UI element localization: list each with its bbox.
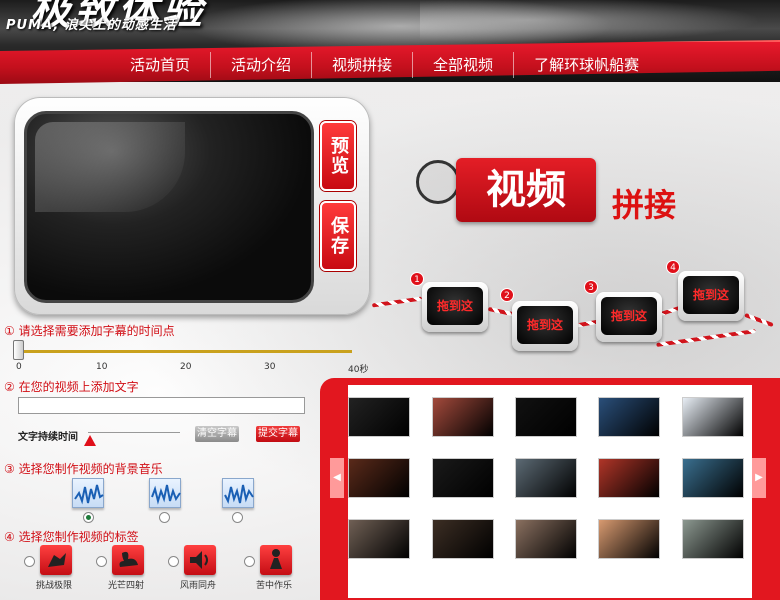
section-subheading: 拼接 [612, 186, 677, 224]
tag-label: 苦中作乐 [256, 581, 293, 591]
music-radio-2[interactable] [159, 512, 170, 523]
drop-slot-label: 拖到这 [601, 297, 657, 335]
slot-number-badge: 1 [410, 272, 424, 286]
video-thumbnail[interactable] [515, 458, 577, 498]
submit-caption-button[interactable]: 提交字幕 [256, 426, 300, 442]
nav-item-all-videos[interactable]: 全部视频 [412, 52, 513, 78]
header-wave-graphic-2 [420, 0, 780, 45]
step3-label: ③ 选择您制作视频的背景音乐 [4, 462, 163, 476]
waveform-icon[interactable] [149, 478, 181, 508]
duration-slider-marker[interactable] [84, 435, 96, 446]
section-heading: 视频 [456, 158, 596, 222]
tick-label: 0 [16, 362, 22, 372]
preview-button[interactable]: 预览 [320, 121, 356, 191]
video-thumbnail[interactable] [432, 519, 494, 559]
waveform-icon[interactable] [222, 478, 254, 508]
drop-slot-label: 拖到这 [517, 306, 573, 344]
step2-label: ② 在您的视频上添加文字 [4, 380, 139, 394]
drop-slot-2[interactable]: 拖到这 [512, 301, 578, 351]
tag-label: 光芒四射 [108, 581, 145, 591]
camera-icon [416, 160, 460, 204]
gallery-prev-button[interactable]: ◀ [330, 458, 344, 498]
brand-slogan: PUMA, 浪尖上的动感生活 [6, 18, 177, 33]
nav-item-video-splice[interactable]: 视频拼接 [311, 52, 412, 78]
video-thumbnail[interactable] [348, 519, 410, 559]
diver-icon[interactable] [40, 545, 72, 575]
step4-label: ④ 选择您制作视频的标签 [4, 530, 139, 544]
video-thumbnail[interactable] [515, 519, 577, 559]
gallery-next-button[interactable]: ▶ [752, 458, 766, 498]
step1-label: ① 请选择需要添加字幕的时间点 [4, 324, 175, 338]
slot-number-badge: 2 [500, 288, 514, 302]
speaker-icon[interactable] [184, 545, 216, 575]
tag-radio-4[interactable] [244, 556, 255, 567]
figure-icon[interactable] [260, 545, 292, 575]
video-thumbnail[interactable] [515, 397, 577, 437]
video-thumbnail[interactable] [682, 519, 744, 559]
tag-label: 风雨同舟 [180, 581, 217, 591]
waveform-icon[interactable] [72, 478, 104, 508]
duration-label: 文字持续时间 [18, 432, 78, 443]
tag-radio-2[interactable] [96, 556, 107, 567]
slot-number-badge: 3 [584, 280, 598, 294]
timeline-slider-thumb[interactable] [13, 340, 24, 360]
tag-radio-1[interactable] [24, 556, 35, 567]
tick-label: 30 [264, 362, 276, 372]
music-radio-3[interactable] [232, 512, 243, 523]
music-radio-1[interactable] [83, 512, 94, 523]
tick-label: 20 [180, 362, 192, 372]
save-button[interactable]: 保存 [320, 201, 356, 271]
clear-caption-button[interactable]: 清空字幕 [195, 426, 239, 442]
video-thumbnail[interactable] [598, 519, 660, 559]
drop-slot-1[interactable]: 拖到这 [422, 282, 488, 332]
video-screen[interactable] [24, 111, 314, 303]
duration-slider-track[interactable] [88, 432, 180, 433]
video-thumbnail[interactable] [348, 397, 410, 437]
tag-label: 挑战极限 [36, 581, 73, 591]
nav-item-intro[interactable]: 活动介绍 [210, 52, 311, 78]
drop-slot-3[interactable]: 拖到这 [596, 292, 662, 342]
timeline-slider-track[interactable] [18, 350, 352, 353]
nav-item-learn-race[interactable]: 了解环球帆船赛 [513, 52, 659, 78]
video-thumbnail[interactable] [682, 458, 744, 498]
video-thumbnail[interactable] [682, 397, 744, 437]
video-thumbnail[interactable] [598, 458, 660, 498]
tag-radio-3[interactable] [168, 556, 179, 567]
video-thumbnail[interactable] [348, 458, 410, 498]
video-player: 预览 保存 [14, 97, 370, 315]
nav-item-home[interactable]: 活动首页 [110, 52, 210, 78]
drop-slot-4[interactable]: 拖到这 [678, 271, 744, 321]
tick-label: 40秒 [348, 365, 369, 375]
video-thumbnail[interactable] [432, 397, 494, 437]
video-thumbnail[interactable] [432, 458, 494, 498]
main-nav: 活动首页 活动介绍 视频拼接 全部视频 了解环球帆船赛 [110, 52, 659, 78]
drop-slot-label: 拖到这 [683, 276, 739, 314]
video-thumbnail[interactable] [598, 397, 660, 437]
tick-label: 10 [96, 362, 108, 372]
caption-text-input[interactable] [18, 397, 305, 414]
swan-icon[interactable] [112, 545, 144, 575]
drop-slot-label: 拖到这 [427, 287, 483, 325]
slot-number-badge: 4 [666, 260, 680, 274]
